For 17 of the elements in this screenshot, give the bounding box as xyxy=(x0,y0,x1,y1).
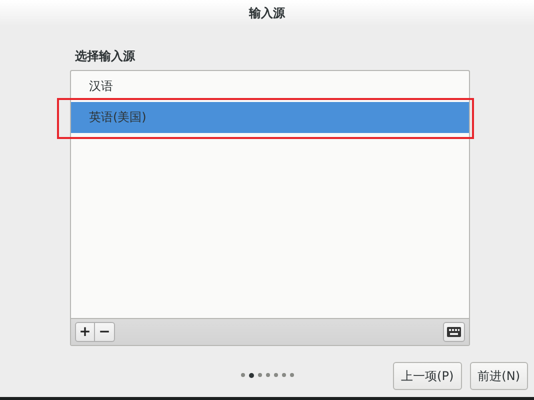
page-dot[interactable] xyxy=(258,373,262,377)
section-heading: 选择输入源 xyxy=(75,48,136,64)
nav-button[interactable]: 前进(N) xyxy=(470,362,528,390)
page-dot[interactable] xyxy=(282,373,286,377)
page-dot[interactable] xyxy=(290,373,294,377)
remove-button[interactable]: − xyxy=(95,322,115,342)
page-dot[interactable] xyxy=(274,373,278,377)
keyboard-button[interactable] xyxy=(443,322,465,342)
add-button[interactable]: + xyxy=(75,322,95,342)
window-title: 输入源 xyxy=(249,4,285,22)
keyboard-icon xyxy=(447,327,461,337)
page-dot[interactable] xyxy=(241,373,245,377)
page-dot[interactable] xyxy=(266,373,270,377)
list-item[interactable]: 英语(美国) xyxy=(71,102,469,133)
list-item[interactable]: 汉语 xyxy=(71,71,469,102)
page-dot[interactable] xyxy=(249,373,254,378)
nav-button[interactable]: 上一项(P) xyxy=(393,362,462,390)
